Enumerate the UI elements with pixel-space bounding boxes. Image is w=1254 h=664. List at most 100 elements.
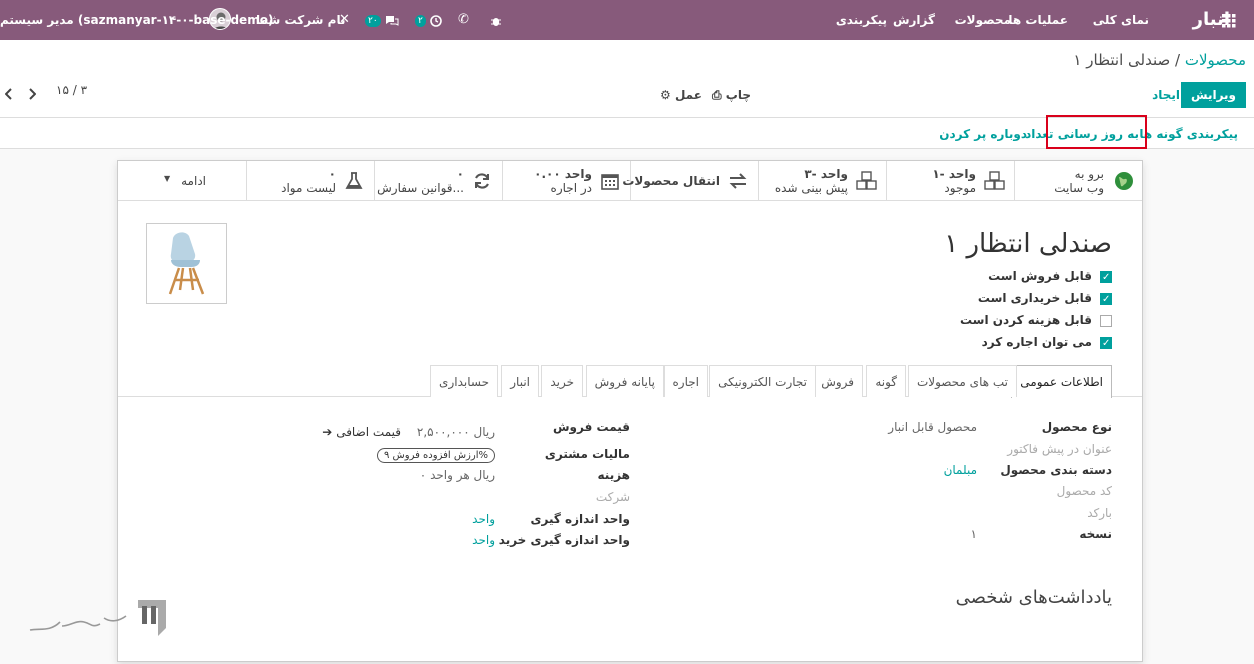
rental-label: در اجاره <box>550 181 592 195</box>
purchase-uom-field[interactable]: واحد <box>472 533 495 547</box>
pager-value[interactable]: ۱۵ / ۳ <box>56 83 87 97</box>
globe-icon <box>1114 171 1134 191</box>
in-rental-button[interactable]: ۰.۰۰ واحد در اجاره <box>502 161 630 201</box>
checkbox-checked-icon[interactable] <box>1100 335 1112 353</box>
print-icon: ⎙ <box>712 88 722 102</box>
calendar-icon <box>600 171 620 191</box>
forecasted-button[interactable]: ۳- واحد پیش بینی شده <box>758 161 886 201</box>
can-be-rented-checkbox[interactable]: می توان اجاره کرد <box>981 333 1112 353</box>
action-menu[interactable]: ⚙ عمل <box>660 82 702 108</box>
user-menu[interactable]: مدیر سیستم (sazmanyar-۱۴-۰-base-demo) <box>0 0 273 40</box>
product-moves-button[interactable]: انتقال محصولات <box>622 161 758 201</box>
menu-overview[interactable]: نمای کلی <box>1093 0 1149 40</box>
tab-accounting[interactable]: حسابداری <box>430 365 498 397</box>
tab-inventory[interactable]: انبار <box>501 365 539 397</box>
product-category-label: دسته بندی محصول <box>1000 463 1112 477</box>
notebook-tabs: اطلاعات عمومی تب های محصولات گونه فروش ت… <box>118 365 1142 398</box>
top-navbar: انبار نمای کلی عملیات ها محصولات گزارش پ… <box>0 0 1254 40</box>
can-be-sold-checkbox[interactable]: قابل فروش است <box>988 267 1112 287</box>
bug-icon[interactable] <box>490 0 502 40</box>
can-be-expensed-label: قابل هزینه کردن است <box>959 313 1092 327</box>
tab-ecommerce[interactable]: تجارت الکترونیکی <box>709 365 816 397</box>
tax-tag[interactable]: ارزش افزوده فروش ۹% <box>376 448 495 463</box>
tab-general-information[interactable]: اطلاعات عمومی <box>1011 365 1112 398</box>
version-field[interactable]: ۱ <box>971 527 977 541</box>
company-field[interactable]: شرکت <box>596 490 630 504</box>
extra-prices-button[interactable]: ➔ قیمت اضافی <box>322 425 401 439</box>
messages-icon[interactable]: ۲۰ <box>365 0 399 40</box>
smart-buttons-row: برو به وب سایت ۱- واحد موجود ۳- واحد پیش… <box>118 161 1142 201</box>
watermark-logo <box>22 596 172 641</box>
rental-qty: ۰.۰۰ واحد <box>534 167 592 181</box>
control-panel: محصولات / صندلی انتظار ۱ ویرایش ایجاد ⎙ … <box>0 40 1254 118</box>
cubes-icon <box>856 171 877 191</box>
menu-operations[interactable]: عملیات ها <box>1008 0 1068 40</box>
exchange-icon <box>728 171 748 191</box>
form-sheet: برو به وب سایت ۱- واحد موجود ۳- واحد پیش… <box>117 160 1143 662</box>
menu-configuration[interactable]: پیکربندی <box>836 0 887 40</box>
activity-clock-icon[interactable]: ۲ <box>415 0 442 40</box>
bom-label: لیست مواد <box>281 181 336 195</box>
customer-taxes-field[interactable]: ارزش افزوده فروش ۹% <box>376 447 495 463</box>
uom-field[interactable]: واحد <box>472 512 495 526</box>
chair-icon <box>168 232 205 295</box>
reordering-rules-button[interactable]: ۰ قوانین سفارش... <box>374 161 502 201</box>
product-type-label: نوع محصول <box>1041 420 1112 434</box>
app-title[interactable]: انبار <box>1193 0 1230 40</box>
product-name[interactable]: صندلی انتظار ۱ <box>944 229 1112 259</box>
purchase-uom-label: واحد اندازه گیری خرید <box>498 533 630 547</box>
barcode-field[interactable]: بارکد <box>1087 506 1112 520</box>
print-menu[interactable]: ⎙ چاپ <box>712 82 751 108</box>
checkbox-unchecked-icon[interactable] <box>1100 314 1112 327</box>
breadcrumb: محصولات / صندلی انتظار ۱ <box>1073 51 1246 69</box>
arrow-right-icon: ➔ <box>322 425 333 439</box>
on-hand-label: موجود <box>944 181 976 195</box>
menu-reporting[interactable]: گزارش <box>893 0 935 40</box>
gear-icon: ⚙ <box>660 88 671 102</box>
cost-label: هزینه <box>597 468 630 482</box>
tab-product-tabs[interactable]: تب های محصولات <box>907 365 1017 397</box>
sales-price-field[interactable]: ۲,۵۰۰,۰۰۰ ریال <box>417 425 495 439</box>
forecast-qty: ۳- واحد <box>804 167 848 181</box>
create-button[interactable]: ایجاد <box>1152 82 1180 108</box>
cost-field[interactable]: ۰ ریال هر واحد <box>420 468 495 482</box>
product-category-field[interactable]: مبلمان <box>944 463 977 477</box>
pager-next-icon[interactable] <box>28 88 37 103</box>
checkbox-checked-icon[interactable] <box>1100 269 1112 287</box>
phone-icon[interactable]: ✆ <box>458 0 469 40</box>
on-hand-button[interactable]: ۱- واحد موجود <box>886 161 1014 201</box>
can-be-purchased-checkbox[interactable]: قابل خریداری است <box>978 289 1112 309</box>
tab-variants[interactable]: گونه <box>866 365 906 397</box>
tab-purchase[interactable]: خرید <box>541 365 583 397</box>
configure-variants-button[interactable]: پیکربندی گونه ها <box>1139 123 1238 145</box>
pager-prev-icon[interactable] <box>4 88 13 103</box>
breadcrumb-products-link[interactable]: محصولات <box>1185 51 1246 69</box>
flask-icon <box>344 171 364 191</box>
replenish-button[interactable]: دوباره پر کردن <box>939 123 1027 145</box>
internal-reference-field[interactable]: کد محصول <box>1057 484 1112 498</box>
product-image[interactable] <box>146 223 227 304</box>
messages-count-badge: ۲۰ <box>365 14 381 27</box>
rules-label: قوانین سفارش... <box>377 181 464 195</box>
checkbox-checked-icon[interactable] <box>1100 291 1112 309</box>
invoice-title-field[interactable]: عنوان در پیش فاکتور <box>1007 442 1112 456</box>
bill-of-materials-button[interactable]: ۰ لیست مواد <box>246 161 374 201</box>
menu-products[interactable]: محصولات <box>955 0 1011 40</box>
go-to-website-button[interactable]: برو به وب سایت <box>1014 161 1142 201</box>
can-be-expensed-checkbox[interactable]: قابل هزینه کردن است <box>960 311 1112 329</box>
edit-button[interactable]: ویرایش <box>1180 82 1246 108</box>
tab-point-of-sale[interactable]: پایانه فروش <box>585 365 664 397</box>
refresh-icon <box>472 171 492 191</box>
breadcrumb-separator: / <box>1175 51 1181 69</box>
product-type-field[interactable]: محصول قابل انبار <box>888 420 977 434</box>
breadcrumb-current: صندلی انتظار ۱ <box>1073 51 1171 69</box>
website-line1: برو به <box>1074 167 1104 181</box>
can-be-rented-label: می توان اجاره کرد <box>981 335 1092 349</box>
action-label: عمل <box>674 88 702 102</box>
can-be-sold-label: قابل فروش است <box>988 269 1092 283</box>
tab-rental[interactable]: اجاره <box>663 365 708 397</box>
moves-label: انتقال محصولات <box>622 174 720 188</box>
tab-sales[interactable]: فروش <box>812 365 863 397</box>
forecast-label: پیش بینی شده <box>774 181 848 195</box>
more-dropdown[interactable]: ادامه ▼ <box>118 161 246 201</box>
